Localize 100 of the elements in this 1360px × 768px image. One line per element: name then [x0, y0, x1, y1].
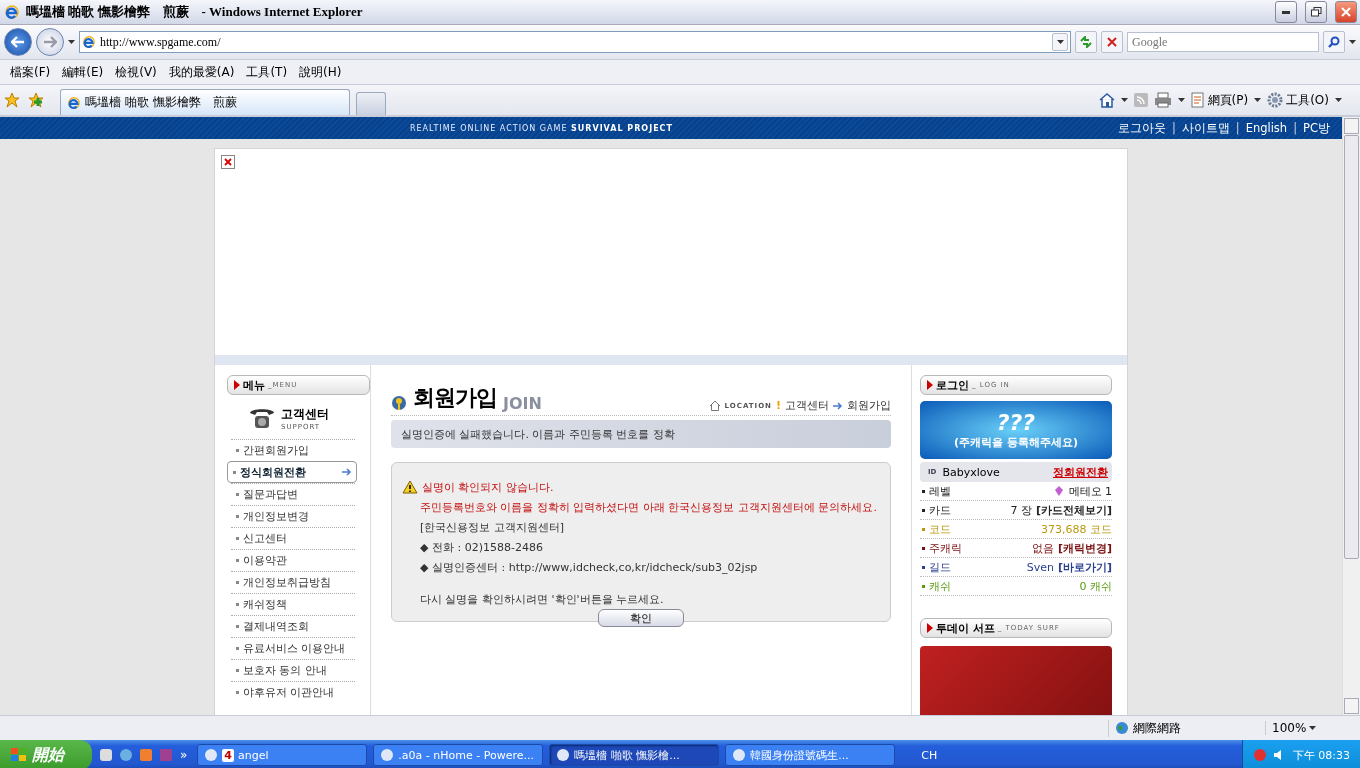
breadcrumb-link[interactable]: 회원가입: [847, 398, 891, 413]
menu-link[interactable]: 신고센터: [231, 527, 355, 549]
message-text: 다시 실명을 확인하시려면 '확인'버튼을 누르세요.: [420, 591, 664, 607]
quick-launch-icon[interactable]: [98, 747, 114, 763]
quick-launch-icon[interactable]: [138, 747, 154, 763]
menu-item[interactable]: 說明(H): [293, 63, 348, 81]
taskbar-button[interactable]: 嗎塭檣 啪歌 憮影檜...: [549, 744, 720, 766]
close-button[interactable]: [1335, 1, 1357, 23]
star-icon[interactable]: [4, 92, 20, 108]
broken-image-icon: [221, 155, 235, 169]
minimize-button[interactable]: [1275, 1, 1297, 23]
menu-link[interactable]: 이용약관: [231, 549, 355, 571]
caret-icon[interactable]: [68, 40, 75, 44]
app-icon[interactable]: [380, 748, 395, 762]
header-link[interactable]: 사이트맵: [1181, 120, 1230, 136]
count-badge: 4: [222, 748, 234, 762]
menu-item[interactable]: 我的最愛(A): [162, 63, 241, 81]
stat-label: 캐쉬: [929, 578, 951, 594]
menu-link[interactable]: 개인정보취급방침: [231, 571, 355, 593]
dropdown-button[interactable]: [1052, 33, 1068, 51]
bullet-text: ◆ 실명인증센터 : http://www,idcheck,co,kr/idcheck/sub3_02jsp: [420, 559, 758, 575]
stat-link[interactable]: [바로가기]: [1057, 559, 1112, 575]
stop-icon[interactable]: [1107, 37, 1117, 47]
header-link[interactable]: English: [1245, 120, 1288, 136]
stat-label: 코드: [929, 521, 951, 537]
menu-item[interactable]: 檢視(V): [109, 63, 163, 81]
close-icon[interactable]: [1341, 7, 1351, 17]
taskbar-button[interactable]: .a0a - nHome - Powere...: [373, 744, 544, 766]
menu-link[interactable]: 정식회원전환: [227, 461, 357, 483]
page-title: 회원가입: [413, 384, 497, 412]
refresh-icon[interactable]: [1079, 36, 1093, 48]
caret-icon[interactable]: [1177, 98, 1185, 102]
caret-icon[interactable]: [1309, 726, 1317, 730]
upgrade-link[interactable]: 정회원전환: [1053, 464, 1108, 480]
search-field[interactable]: Google: [1127, 32, 1319, 52]
caret-icon[interactable]: [1056, 40, 1064, 44]
notice-bar: 실명인증에 실패했습니다. 이름과 주민등록 번호를 정확: [391, 420, 891, 448]
print-icon[interactable]: [1153, 92, 1172, 108]
menu-link[interactable]: 개인정보변경: [231, 505, 355, 527]
app-icon[interactable]: [204, 748, 219, 762]
forward-arrow-icon[interactable]: [43, 36, 57, 48]
globe-icon: [1115, 721, 1129, 735]
caret-icon[interactable]: [1335, 98, 1342, 102]
page-menu[interactable]: 網頁(P): [1190, 91, 1249, 109]
stat-link[interactable]: [캐릭변경]: [1057, 540, 1112, 556]
tools-menu[interactable]: 工具(O): [1267, 91, 1329, 109]
stop-button[interactable]: [1101, 31, 1123, 53]
header-link[interactable]: 로그아웃: [1117, 120, 1166, 136]
back-arrow-icon[interactable]: [11, 36, 25, 48]
menu-link[interactable]: 결제내역조회: [231, 615, 355, 637]
header-link[interactable]: PC방: [1303, 120, 1330, 136]
menu-item[interactable]: 檔案(F): [4, 63, 57, 81]
browser-tab[interactable]: 嗎塭檣 啪歌 憮影檜弊 煎蕨: [60, 89, 350, 115]
scrollbar-thumb[interactable]: [1344, 135, 1359, 559]
search-icon[interactable]: [1328, 36, 1340, 48]
home-icon[interactable]: [1098, 92, 1115, 108]
menu-link[interactable]: 야후유저 이관안내: [231, 681, 355, 703]
menu-link[interactable]: 간편회원가입: [231, 439, 355, 461]
restore-button[interactable]: [1305, 1, 1327, 23]
taskbar-button[interactable]: 韓國身份證號碼生...: [725, 744, 896, 766]
error-message: 주민등록번호와 이름을 정확히 입력하셨다면 아래 한국신용정보 고객지원센터에 문의하세요.: [420, 499, 877, 515]
caret-icon[interactable]: [1120, 98, 1128, 102]
confirm-button[interactable]: 확인: [598, 609, 684, 627]
menu-item[interactable]: 工具(T): [240, 63, 294, 81]
refresh-button[interactable]: [1075, 31, 1097, 53]
tab-page-icon: [67, 95, 81, 110]
message-text: [한국신용정보 고객지원센터]: [420, 519, 565, 535]
add-favorite-icon[interactable]: [28, 92, 44, 108]
link-separator: |: [1171, 120, 1176, 136]
site-tagline: REALTIME ONLINE ACTION GAME SURVIVAL PROJECT: [410, 123, 673, 133]
zoom-control[interactable]: 100%: [1265, 721, 1352, 735]
app-icon[interactable]: [732, 748, 747, 762]
bullet-text: ◆ 전화 : 02)1588-2486: [420, 539, 543, 555]
restore-icon[interactable]: [1310, 7, 1322, 17]
address-field[interactable]: http://www.spgame.com/: [79, 31, 1071, 53]
windows-flag-icon[interactable]: [10, 747, 28, 763]
taskbar-button[interactable]: 4 angel: [197, 744, 368, 766]
menu-link[interactable]: 유료서비스 이용안내: [231, 637, 355, 659]
window-title: 嗎塭檣 啪歌 憮影檜弊 煎蕨 - Windows Internet Explorer: [26, 3, 364, 21]
quick-launch-icon[interactable]: [118, 747, 134, 763]
back-button[interactable]: [4, 28, 32, 56]
stat-link[interactable]: [카드전체보기]: [1035, 502, 1112, 518]
more-button[interactable]: »: [180, 748, 188, 762]
warning-icon: [402, 480, 418, 494]
breadcrumb-link[interactable]: 고객센터: [785, 398, 829, 413]
caret-icon[interactable]: [1254, 98, 1262, 102]
gear-icon[interactable]: [1267, 92, 1284, 108]
menu-link[interactable]: 질문과답변: [231, 483, 355, 505]
menu-link[interactable]: 보호자 동의 안내: [231, 659, 355, 681]
caret-icon[interactable]: [1349, 40, 1356, 44]
search-button[interactable]: [1323, 31, 1345, 53]
menu-link[interactable]: 캐쉬정책: [231, 593, 355, 615]
menu-item[interactable]: 編輯(E): [56, 63, 110, 81]
app-icon[interactable]: [556, 748, 571, 762]
arrow-icon: [833, 401, 843, 410]
stat-value: 메테오 1: [1068, 483, 1112, 499]
minimize-icon[interactable]: [1282, 10, 1290, 14]
arrow-icon: [342, 468, 352, 476]
language-indicator[interactable]: CH: [921, 748, 938, 762]
stat-label: 카드: [929, 502, 951, 518]
